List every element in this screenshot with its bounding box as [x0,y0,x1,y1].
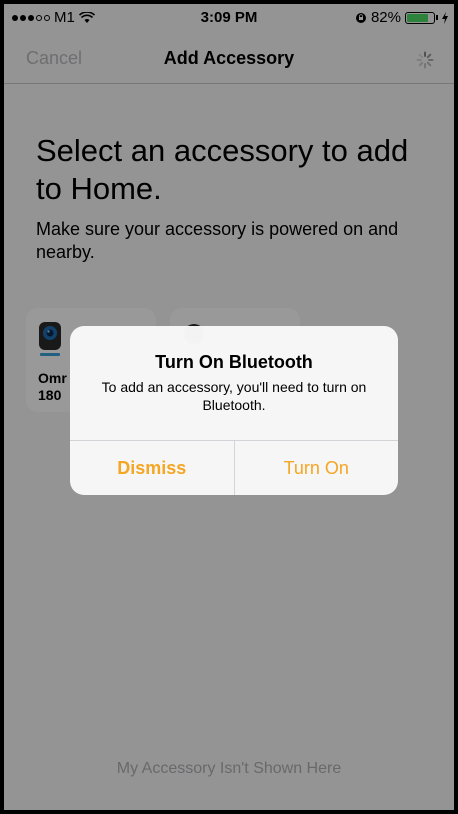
alert-title: Turn On Bluetooth [155,352,313,372]
bluetooth-alert-dialog: Turn On Bluetooth To add an accessory, y… [70,326,398,495]
alert-message: To add an accessory, you'll need to turn… [101,379,367,413]
alert-button-row: Dismiss Turn On [70,440,398,495]
turn-on-button[interactable]: Turn On [235,441,399,495]
dismiss-button[interactable]: Dismiss [70,441,235,495]
phone-screen: M1 3:09 PM 82% Cancel Add Accessory Sele… [4,4,454,810]
